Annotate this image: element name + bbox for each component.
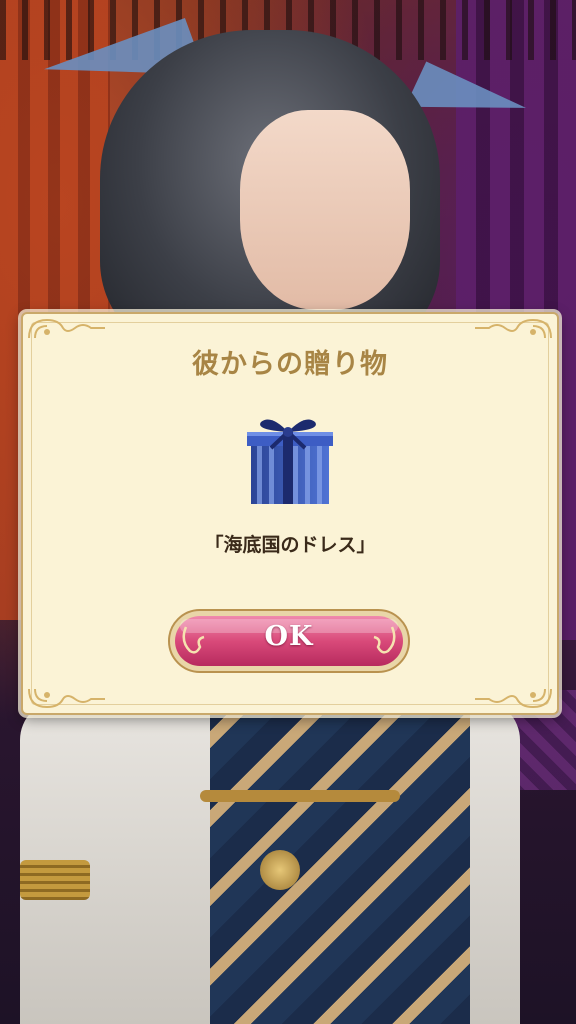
- character-scarf: [210, 700, 470, 1024]
- corner-ornament-icon: [473, 318, 553, 340]
- corner-ornament-icon: [27, 318, 107, 340]
- character-face: [240, 110, 410, 310]
- character-belt: [200, 790, 400, 802]
- gift-dialog: 彼からの贈り物 「海底国のドレス」 OK: [21, 312, 559, 715]
- corner-ornament-icon: [473, 687, 553, 709]
- ok-button-label: OK: [264, 621, 314, 652]
- ok-button[interactable]: OK: [166, 607, 412, 675]
- corner-ornament-icon: [27, 687, 107, 709]
- character-bracelet: [20, 860, 90, 900]
- dialog-title: 彼からの贈り物: [192, 349, 388, 380]
- gift-box-icon: [235, 408, 345, 508]
- character-medallion: [260, 850, 300, 890]
- gift-item-name: 「海底国のドレス」: [204, 534, 376, 556]
